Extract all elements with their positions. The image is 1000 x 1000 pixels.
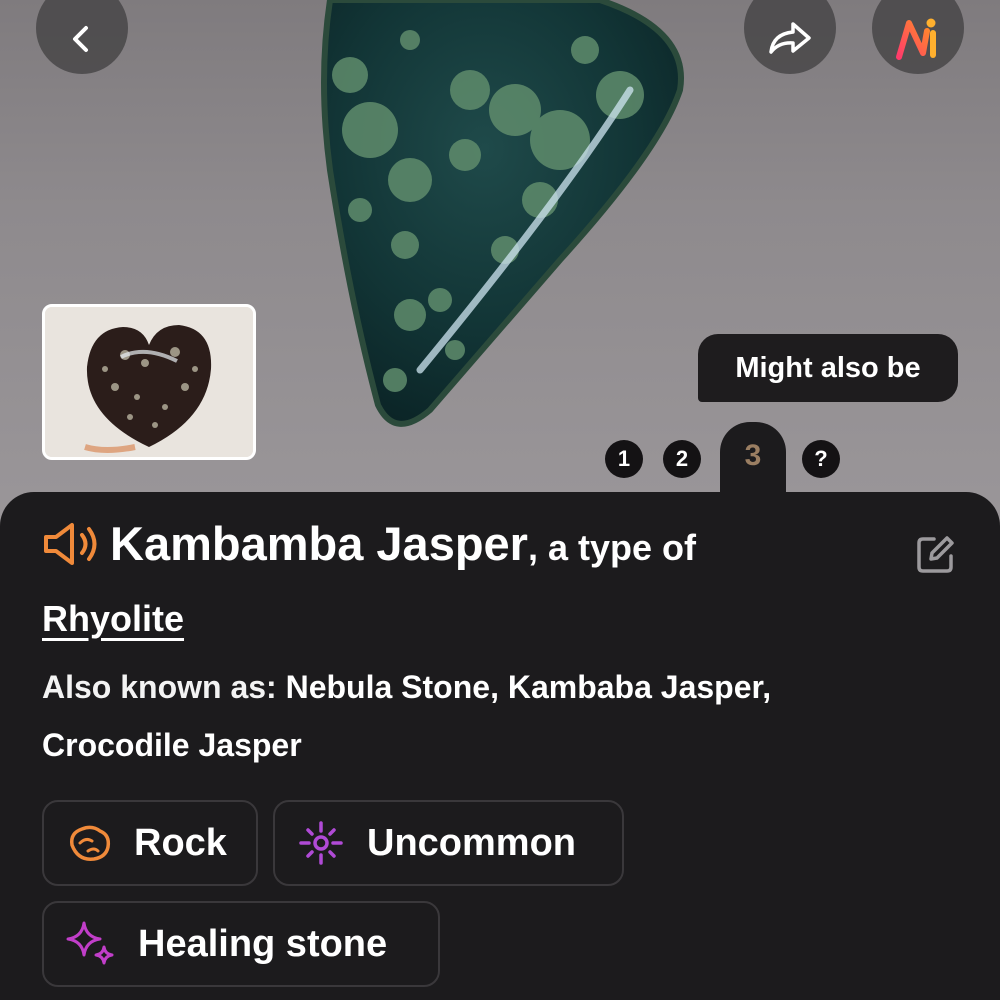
info-sheet: Kambamba Jasper, a type of Rhyolite Also… [0,492,1000,1000]
chip-label: Uncommon [367,821,576,864]
rock-icon [66,823,112,863]
also-known-as: Also known as: Nebula Stone, Kambaba Jas… [42,658,922,774]
title-row: Kambamba Jasper, a type of Rhyolite [42,516,902,655]
edit-button[interactable] [914,534,956,580]
chevron-left-icon [73,26,88,52]
page-dot-1[interactable]: 1 [605,440,643,478]
reference-thumbnail[interactable] [42,304,256,460]
chip-uncommon[interactable]: Uncommon [273,800,624,886]
share-arrow-icon [769,22,811,54]
also-known-as-label: Also known as: [42,669,277,705]
might-also-be-button[interactable]: Might also be [698,334,958,402]
parent-type-link[interactable]: Rhyolite [42,598,184,639]
specimen-photo: Might also be 1 2 ? [0,0,1000,520]
edit-icon [917,536,954,573]
specimen-name: Kambamba Jasper [110,517,528,570]
chip-label: Healing stone [138,922,388,965]
chip-label: Rock [134,821,227,864]
chip-healing-stone[interactable]: Healing stone [42,901,440,987]
page-dot-help[interactable]: ? [802,440,840,478]
type-of-text: , a type of [527,527,697,568]
healing-sparkle-icon [66,919,116,969]
chip-rock[interactable]: Rock [42,800,258,886]
heart-stone-image [45,307,253,457]
sparkle-sun-icon [297,819,345,867]
ai-logo-icon [896,18,936,60]
page-tab-active[interactable]: 3 [720,422,786,500]
page-dot-2[interactable]: 2 [663,440,701,478]
speaker-icon[interactable] [42,521,100,591]
